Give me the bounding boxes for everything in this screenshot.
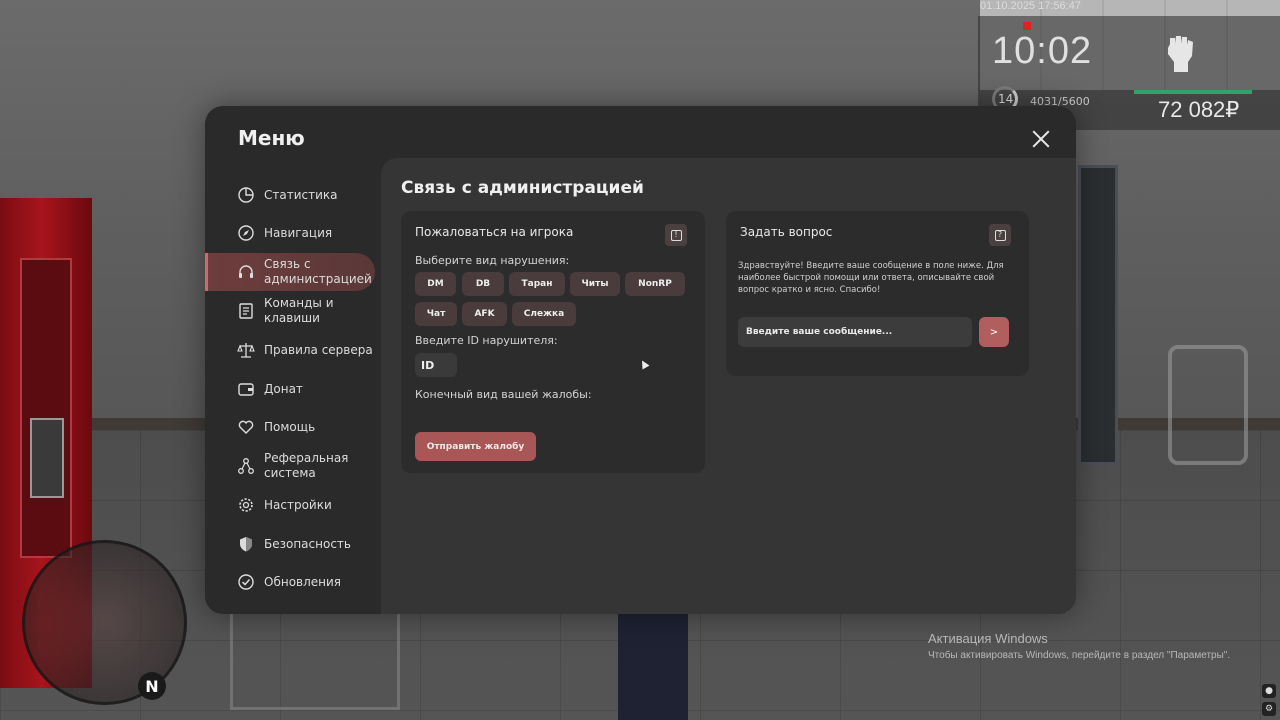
hud-money: 72 082₽: [1158, 97, 1240, 122]
wallet-icon: [238, 383, 254, 396]
network-icon: [238, 458, 254, 474]
compass-north: N: [138, 672, 166, 700]
content-panel: Связь с администрацией Пожаловаться на и…: [381, 158, 1076, 614]
sidebar-item-navigation[interactable]: Навигация: [205, 214, 375, 252]
question-title: Задать вопрос: [740, 225, 833, 239]
sidebar-label: Навигация: [264, 225, 333, 240]
violation-chip-cheats[interactable]: Читы: [570, 272, 620, 296]
player-character: [618, 605, 688, 720]
sidebar-label: Связь с администрацией: [264, 257, 372, 286]
document-icon: [239, 303, 253, 319]
close-icon[interactable]: [1029, 127, 1053, 151]
violation-chip-db[interactable]: DB: [462, 272, 504, 296]
id-label: Введите ID нарушителя:: [415, 334, 558, 347]
headset-icon: [239, 265, 253, 278]
sidebar-item-updates[interactable]: Обновления: [205, 563, 375, 601]
message-input[interactable]: Введите ваше сообщение...: [738, 317, 972, 347]
content-title: Связь с администрацией: [401, 178, 644, 198]
activation-title: Активация Windows: [928, 631, 1048, 646]
hud-datetime: 01.10.2025 17:56:47: [980, 0, 1081, 12]
question-help-text: Здравствуйте! Введите ваше сообщение в п…: [738, 261, 1004, 295]
door: [1078, 165, 1118, 465]
scales-icon: [237, 343, 255, 358]
fist-icon: [1168, 36, 1193, 72]
send-message-button[interactable]: >: [979, 317, 1009, 347]
sidebar-label: Реферальная система: [264, 451, 349, 480]
hud-time: 10:02: [992, 30, 1093, 72]
gear-icon: [239, 498, 253, 512]
vending-keypad: [30, 418, 64, 498]
sidebar-item-donate[interactable]: Донат: [205, 370, 375, 408]
sidebar-label: Правила сервера: [264, 342, 373, 357]
final-label: Конечный вид вашей жалобы:: [415, 388, 592, 401]
sidebar-item-security[interactable]: Безопасность: [205, 525, 375, 563]
question-icon: ?: [989, 224, 1011, 246]
pie-chart-icon: [238, 187, 254, 203]
sidebar-item-referral[interactable]: Реферальная система: [205, 447, 375, 485]
menu-title: Меню: [238, 126, 305, 150]
sidebar-label: Донат: [264, 381, 303, 396]
activation-text: Чтобы активировать Windows, перейдите в …: [928, 650, 1231, 661]
sidebar-label: Безопасность: [264, 536, 351, 551]
violation-chip-chat[interactable]: Чат: [415, 302, 457, 326]
alert-icon: !: [665, 224, 687, 246]
windows-activation: Активация Windows Чтобы активировать Win…: [928, 631, 1230, 661]
recording-indicator: [1023, 22, 1031, 30]
sidebar-item-help[interactable]: Помощь: [205, 408, 375, 446]
sidebar-item-settings[interactable]: Настройки: [205, 486, 375, 524]
sidebar-label: Помощь: [264, 419, 316, 434]
violation-chip-ram[interactable]: Таран: [509, 272, 565, 296]
sidebar-label: Обновления: [264, 574, 342, 589]
settings-icon[interactable]: ⚙: [1262, 702, 1276, 716]
sidebar-label: Статистика: [264, 187, 338, 202]
sidebar-label: Команды и клавиши: [264, 296, 334, 325]
vending-panel: [20, 258, 72, 558]
chair: [1168, 345, 1248, 465]
microphone-icon[interactable]: ●: [1262, 684, 1276, 698]
sidebar-item-admin-contact[interactable]: Связь с администрацией: [205, 253, 375, 291]
bench: [230, 600, 400, 710]
shield-icon: [240, 537, 252, 552]
violation-chip-nonrp[interactable]: NonRP: [625, 272, 685, 296]
violation-chip-afk[interactable]: AFK: [462, 302, 507, 326]
sidebar-label: Настройки: [264, 497, 332, 512]
submit-report-button[interactable]: Отправить жалобу: [415, 432, 536, 461]
violation-chip-tracking[interactable]: Слежка: [512, 302, 576, 326]
sidebar-item-statistics[interactable]: Статистика: [205, 176, 375, 214]
sidebar-item-commands[interactable]: Команды и клавиши: [205, 292, 375, 330]
violator-id-input[interactable]: ID: [415, 353, 457, 377]
report-title: Пожаловаться на игрока: [415, 225, 574, 239]
compass-icon: [238, 225, 254, 241]
question-card: Задать вопрос ? Здравствуйте! Введите ва…: [726, 211, 1029, 376]
hud-level: 14: [998, 92, 1014, 106]
violation-chip-dm[interactable]: DM: [415, 272, 456, 296]
check-circle-icon: [238, 574, 254, 590]
report-card: Пожаловаться на игрока ! Выберите вид на…: [401, 211, 705, 473]
heart-hand-icon: [238, 420, 254, 434]
health-bar: [1134, 90, 1252, 94]
sidebar-item-rules[interactable]: Правила сервера: [205, 331, 375, 369]
violation-label: Выберите вид нарушения:: [415, 254, 570, 267]
